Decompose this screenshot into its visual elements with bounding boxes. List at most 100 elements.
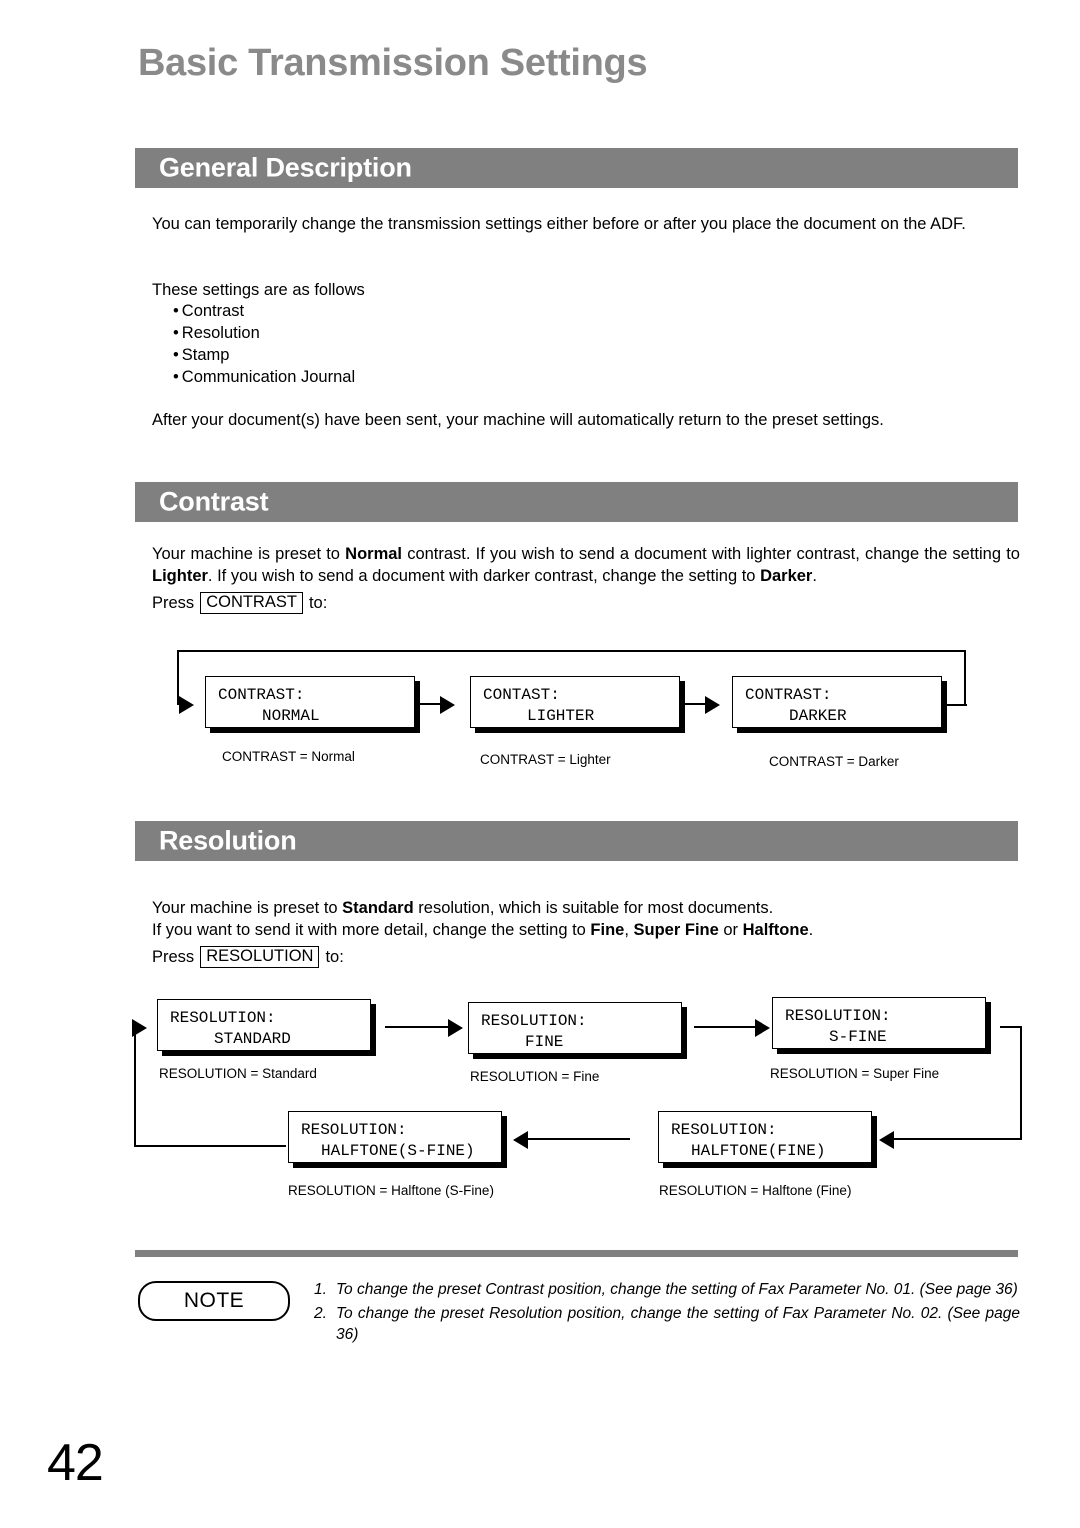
resolution-key-button[interactable]: RESOLUTION xyxy=(200,946,320,968)
contrast-arrow-1-shaft xyxy=(417,703,443,706)
note-item-text: To change the preset Resolution position… xyxy=(336,1305,1020,1343)
list-item-label: Resolution xyxy=(181,324,260,342)
caption-resolution-halftone-fine: RESOLUTION = Halftone (Fine) xyxy=(659,1183,852,1198)
resolution-loop-right-stub xyxy=(1000,1026,1022,1029)
caption-contrast-normal: CONTRAST = Normal xyxy=(222,749,355,764)
section-bar-contrast: Contrast xyxy=(135,482,1018,522)
press-prefix-label: Press xyxy=(152,593,195,612)
list-item-label: Stamp xyxy=(181,346,230,364)
contrast-bold-darker: Darker xyxy=(760,567,813,585)
bullet-dot: • xyxy=(173,302,179,320)
contrast-paragraph: Your machine is preset to Normal contras… xyxy=(152,543,1020,587)
caption-resolution-fine: RESOLUTION = Fine xyxy=(470,1069,600,1084)
lcd-resolution-halftone-s-fine: RESOLUTION: HALFTONE(S-FINE) xyxy=(288,1111,502,1163)
bullet-dot: • xyxy=(173,368,179,386)
page-title: Basic Transmission Settings xyxy=(138,42,648,84)
list-item-label: Contrast xyxy=(181,302,245,320)
lcd-line-2: STANDARD xyxy=(214,1030,291,1048)
contrast-bold-normal: Normal xyxy=(345,545,403,563)
press-suffix-label: to: xyxy=(308,593,328,612)
bullet-dot: • xyxy=(173,346,179,364)
general-settings-list: • Contrast • Resolution • Stamp • Communicat… xyxy=(173,300,355,388)
contrast-text-a: Your machine is preset to xyxy=(152,545,346,563)
lcd-line-1: RESOLUTION: xyxy=(785,1007,891,1025)
resolution-arrow-3 xyxy=(879,1131,894,1149)
resolution-bold-super-fine: Super Fine xyxy=(633,921,719,939)
contrast-arrow-2-shaft xyxy=(682,703,708,706)
bullet-dot: • xyxy=(173,324,179,342)
lcd-line-1: CONTAST: xyxy=(483,686,560,704)
caption-contrast-lighter: CONTRAST = Lighter xyxy=(480,752,611,767)
note-item: 2. To change the preset Resolution posit… xyxy=(314,1303,1020,1345)
resolution-text-f: . xyxy=(808,921,814,939)
caption-resolution-halftone-s-fine: RESOLUTION = Halftone (S-Fine) xyxy=(288,1183,494,1198)
contrast-loop-top-segment xyxy=(177,650,966,653)
general-paragraph-1: You can temporarily change the transmiss… xyxy=(152,215,966,233)
resolution-bold-standard: Standard xyxy=(342,899,414,917)
resolution-paragraph-line-2: If you want to send it with more detail,… xyxy=(152,919,1020,941)
resolution-text-b: resolution, which is suitable for most d… xyxy=(413,899,774,917)
page-number: 42 xyxy=(47,1434,104,1492)
resolution-text-d: , xyxy=(624,921,634,939)
lcd-contrast-lighter: CONTAST: LIGHTER xyxy=(470,676,680,728)
lcd-line-1: RESOLUTION: xyxy=(170,1009,276,1027)
lcd-line-1: RESOLUTION: xyxy=(301,1121,407,1139)
lcd-line-2: FINE xyxy=(525,1033,564,1051)
lcd-line-1: CONTRAST: xyxy=(745,686,832,704)
press-suffix-label: to: xyxy=(325,947,344,966)
press-prefix-label: Press xyxy=(152,947,195,966)
list-item-label: Communication Journal xyxy=(181,368,356,386)
note-item: 1. To change the preset Contrast positio… xyxy=(314,1279,1020,1300)
contrast-key-button[interactable]: CONTRAST xyxy=(200,592,303,614)
note-badge: NOTE xyxy=(138,1281,290,1321)
note-label: NOTE xyxy=(183,1289,245,1312)
lcd-line-2: S-FINE xyxy=(829,1028,887,1046)
note-item-number: 2. xyxy=(314,1305,327,1322)
lcd-contrast-darker: CONTRAST: DARKER xyxy=(732,676,942,728)
contrast-text-c: . If you wish to send a document with da… xyxy=(207,567,761,585)
resolution-arrow-4 xyxy=(513,1131,528,1149)
lcd-resolution-fine: RESOLUTION: FINE xyxy=(468,1002,682,1054)
contrast-text-b: contrast. If you wish to send a document… xyxy=(402,545,1020,563)
note-divider xyxy=(135,1250,1018,1257)
contrast-press-line: Press CONTRAST to: xyxy=(152,592,327,614)
resolution-loop-left-segment xyxy=(134,1026,137,1147)
note-item-number: 1. xyxy=(314,1281,327,1298)
lcd-line-2: HALFTONE(FINE) xyxy=(691,1142,826,1160)
caption-resolution-super-fine: RESOLUTION = Super Fine xyxy=(770,1066,940,1081)
resolution-press-line: Press RESOLUTION to: xyxy=(152,946,344,968)
list-item: • Stamp xyxy=(173,344,355,366)
lcd-resolution-halftone-fine: RESOLUTION: HALFTONE(FINE) xyxy=(658,1111,872,1163)
lcd-line-2: NORMAL xyxy=(262,707,320,725)
lcd-contrast-normal: CONTRAST: NORMAL xyxy=(205,676,415,728)
lcd-line-2: HALFTONE(S-FINE) xyxy=(321,1142,475,1160)
section-heading-contrast: Contrast xyxy=(159,486,269,517)
resolution-paragraph-line-1: Your machine is preset to Standard resol… xyxy=(152,897,1020,919)
section-heading-resolution: Resolution xyxy=(159,825,297,856)
lcd-line-2: DARKER xyxy=(789,707,847,725)
list-item: • Communication Journal xyxy=(173,366,355,388)
contrast-bold-lighter: Lighter xyxy=(152,567,208,585)
section-heading-general-description: General Description xyxy=(159,152,412,183)
lcd-line-1: RESOLUTION: xyxy=(671,1121,777,1139)
caption-resolution-standard: RESOLUTION = Standard xyxy=(159,1066,317,1081)
resolution-arrow-4-shaft xyxy=(528,1138,630,1141)
lcd-resolution-standard: RESOLUTION: STANDARD xyxy=(157,999,371,1051)
list-item: • Contrast xyxy=(173,300,355,322)
contrast-loop-arrowhead xyxy=(179,696,194,714)
resolution-text-a: Your machine is preset to xyxy=(152,899,343,917)
contrast-text-d: . xyxy=(812,567,817,585)
resolution-loop-bottom-left-segment xyxy=(134,1145,286,1148)
resolution-loop-right-segment xyxy=(1020,1026,1023,1140)
section-bar-general-description: General Description xyxy=(135,148,1018,188)
resolution-bold-halftone: Halftone xyxy=(742,921,809,939)
lcd-line-2: LIGHTER xyxy=(527,707,595,725)
general-intro-line: These settings are as follows xyxy=(152,281,365,299)
contrast-loop-right-segment xyxy=(964,650,967,706)
note-item-text: To change the preset Contrast position, … xyxy=(336,1281,1018,1298)
contrast-loop-right-stub xyxy=(944,704,967,707)
general-paragraph-2: After your document(s) have been sent, y… xyxy=(152,411,884,429)
resolution-bold-fine: Fine xyxy=(590,921,625,939)
lcd-line-1: CONTRAST: xyxy=(218,686,305,704)
list-item: • Resolution xyxy=(173,322,355,344)
